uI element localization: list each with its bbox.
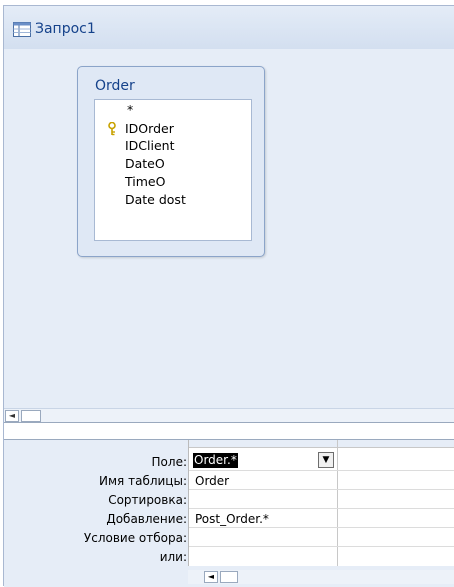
field-list[interactable]: * IDOrder IDClient DateO TimeO Date dost — [94, 99, 252, 241]
row-label-or: или: — [159, 550, 187, 564]
scroll-left-icon[interactable]: ◄ — [5, 410, 19, 422]
scroll-thumb[interactable] — [220, 571, 238, 583]
row-divider — [189, 470, 454, 471]
row-label-sort: Сортировка: — [108, 493, 187, 507]
query-design-grid[interactable]: Order.* ▼ Order Post_Order.* — [188, 440, 454, 566]
row-label-criteria: Условие отбора: — [83, 531, 187, 545]
field-list-item[interactable]: * — [127, 102, 133, 117]
row-divider — [189, 508, 454, 509]
table-design-area[interactable]: Order * IDOrder IDClient DateO TimeO Dat… — [4, 49, 454, 408]
field-list-item[interactable]: IDClient — [125, 138, 175, 153]
row-label-field: Поле: — [151, 455, 187, 469]
pane-splitter[interactable] — [4, 422, 454, 440]
append-cell[interactable]: Post_Order.* — [195, 512, 269, 526]
design-horizontal-scrollbar[interactable]: ◄ — [4, 408, 454, 423]
row-label-table: Имя таблицы: — [99, 474, 187, 488]
field-list-item[interactable]: IDOrder — [125, 121, 174, 136]
table-box-title: Order — [95, 78, 135, 94]
field-list-item[interactable]: Date dost — [125, 192, 186, 207]
field-list-item[interactable]: DateO — [125, 156, 165, 171]
column-divider — [337, 440, 338, 566]
query-window: Запрос1 Order * IDOrder IDClient DateO T… — [3, 5, 454, 587]
chevron-down-icon[interactable]: ▼ — [318, 452, 334, 468]
grid-horizontal-scrollbar[interactable]: ◄ — [188, 570, 454, 584]
query-tab[interactable]: Запрос1 — [4, 6, 454, 50]
query-icon — [13, 22, 31, 37]
field-cell[interactable]: Order.* — [193, 453, 238, 468]
row-label-append: Добавление: — [106, 512, 187, 526]
table-cell[interactable]: Order — [195, 474, 229, 488]
query-grid-area: Поле: Имя таблицы: Сортировка: Добавлени… — [4, 440, 454, 587]
field-list-item[interactable]: TimeO — [125, 174, 165, 189]
scroll-left-icon[interactable]: ◄ — [204, 571, 218, 583]
primary-key-icon — [108, 122, 116, 136]
row-divider — [189, 489, 454, 490]
row-divider — [189, 546, 454, 547]
grid-column-header[interactable] — [189, 440, 454, 448]
scroll-thumb[interactable] — [21, 410, 41, 422]
table-box-order[interactable]: Order * IDOrder IDClient DateO TimeO Dat… — [77, 66, 265, 257]
row-divider — [189, 527, 454, 528]
tab-title: Запрос1 — [35, 21, 96, 37]
